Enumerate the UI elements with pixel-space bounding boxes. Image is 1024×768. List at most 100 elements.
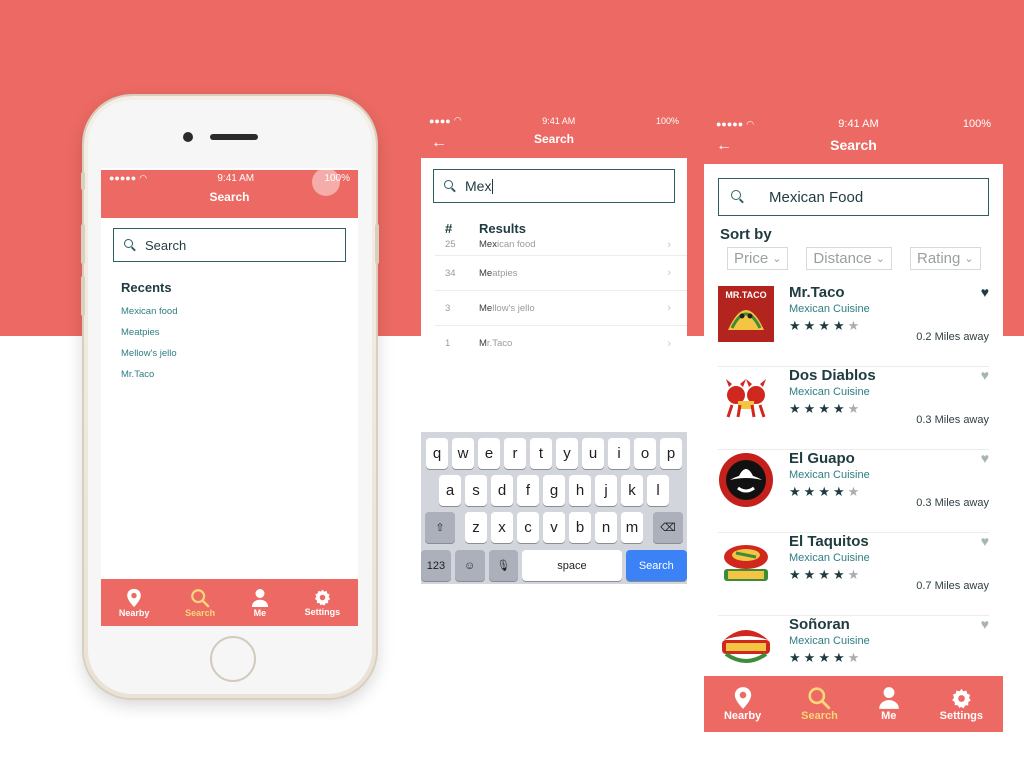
recent-item[interactable]: Mr.Taco (121, 369, 358, 380)
search-input[interactable]: Mex (433, 169, 675, 203)
result-count: 34 (445, 267, 456, 279)
recent-item[interactable]: Mellow's jello (121, 348, 358, 359)
tab-me[interactable]: Me (878, 686, 900, 722)
search-input[interactable]: Search (113, 228, 346, 262)
key-g[interactable]: g (543, 475, 565, 506)
emoji-key[interactable]: ☺ (454, 550, 485, 581)
result-name: Meatpies (479, 267, 518, 279)
key-w[interactable]: w (452, 438, 474, 469)
key-e[interactable]: e (478, 438, 500, 469)
tab-me[interactable]: Me (251, 588, 269, 618)
home-button[interactable] (210, 636, 256, 682)
restaurant-cuisine: Mexican Cuisine (789, 469, 870, 481)
key-n[interactable]: n (595, 512, 617, 543)
heart-icon[interactable]: ♥ (981, 284, 989, 300)
numbers-key[interactable]: 123 (421, 550, 451, 581)
app-header: ●●●●● ◠ 9:41 AM 100% Search (101, 168, 358, 218)
search-return-key[interactable]: Search (625, 550, 687, 581)
shift-key[interactable]: ⇧ (425, 512, 455, 543)
dictation-key[interactable]: 🎙 (488, 550, 519, 581)
sort-rating-dropdown[interactable]: Rating ⌄ (909, 247, 981, 270)
restaurant-item[interactable]: MR.TACO Mr.Taco Mexican Cuisine ★ ★ ★ ★ ★ 0.… (718, 284, 989, 367)
heart-icon[interactable]: ♥ (981, 367, 989, 383)
key-i[interactable]: i (608, 438, 630, 469)
sort-label: Price (734, 250, 769, 267)
back-arrow-icon[interactable]: ← (716, 137, 732, 155)
key-t[interactable]: t (530, 438, 552, 469)
tab-label: Settings (304, 607, 341, 617)
result-row[interactable]: 25 Mexican food › (435, 234, 687, 256)
tab-nearby[interactable]: Nearby (119, 588, 149, 618)
star-icon: ★ (803, 567, 816, 582)
recent-item[interactable]: Mexican food (121, 306, 358, 317)
key-c[interactable]: c (517, 512, 539, 543)
star-icon: ★ (803, 650, 816, 665)
key-l[interactable]: l (647, 475, 669, 506)
signal-dots-icon: ●●●● (429, 115, 451, 126)
result-count: 1 (445, 338, 451, 349)
result-row[interactable]: 34 Meatpies › (435, 256, 687, 291)
star-icon: ★ (832, 650, 845, 665)
sort-options: Price ⌄ Distance ⌄ Rating ⌄ (727, 247, 1003, 270)
key-b[interactable]: b (569, 512, 591, 543)
back-arrow-icon[interactable]: ← (431, 134, 447, 152)
heart-icon[interactable]: ♥ (981, 533, 989, 549)
key-x[interactable]: x (491, 512, 513, 543)
tab-settings[interactable]: Settings (304, 588, 341, 617)
heart-icon[interactable]: ♥ (981, 616, 989, 632)
key-j[interactable]: j (595, 475, 617, 506)
restaurant-cuisine: Mexican Cuisine (789, 635, 870, 647)
search-placeholder: Search (145, 237, 187, 253)
key-f[interactable]: f (517, 475, 539, 506)
key-d[interactable]: d (491, 475, 513, 506)
key-y[interactable]: y (556, 438, 578, 469)
battery-label: 100% (962, 118, 991, 130)
sort-distance-dropdown[interactable]: Distance ⌄ (806, 247, 892, 270)
space-key[interactable]: space (522, 550, 622, 581)
key-v[interactable]: v (543, 512, 565, 543)
tab-search[interactable]: Search (801, 686, 838, 722)
star-icon: ★ (847, 484, 860, 499)
key-k[interactable]: k (621, 475, 643, 506)
heart-icon[interactable]: ♥ (981, 450, 989, 466)
status-time: 9:41 AM (838, 118, 879, 130)
restaurant-item[interactable]: El Taquitos Mexican Cuisine ★ ★ ★ ★ ★ 0.7 Mi… (718, 533, 989, 616)
result-row[interactable]: 1 Mr.Taco › (435, 326, 687, 361)
key-h[interactable]: h (569, 475, 591, 506)
search-input[interactable]: Mexican Food (718, 178, 989, 216)
key-u[interactable]: u (582, 438, 604, 469)
key-r[interactable]: r (504, 438, 526, 469)
restaurant-item[interactable]: El Guapo Mexican Cuisine ★ ★ ★ ★ ★ 0.3 Miles… (718, 450, 989, 533)
recents-heading: Recents (121, 280, 172, 295)
key-p[interactable]: p (660, 438, 682, 469)
gear-icon (950, 687, 973, 710)
screen-search-results: ●●●●● ◠ 9:41 AM 100% ← Search Mexican Foo… (704, 112, 1003, 732)
recent-item[interactable]: Meatpies (121, 327, 358, 338)
result-row[interactable]: 3 Mellow's jello › (435, 291, 687, 326)
restaurant-name: Soñoran (789, 616, 850, 633)
touch-indicator (312, 168, 340, 196)
key-q[interactable]: q (426, 438, 448, 469)
tab-search[interactable]: Search (185, 588, 215, 618)
restaurant-name: Dos Diablos (789, 367, 876, 384)
sort-heading: Sort by (720, 226, 772, 243)
wifi-icon: ◠ (139, 172, 148, 183)
key-s[interactable]: s (465, 475, 487, 506)
tab-label: Nearby (723, 710, 762, 722)
keyboard-row-4: 123 ☺ 🎙 space Search (421, 550, 687, 581)
restaurant-item[interactable]: Dos Diablos Mexican Cuisine ★ ★ ★ ★ ★ 0.3 Mi… (718, 367, 989, 450)
restaurant-cuisine: Mexican Cuisine (789, 552, 870, 564)
key-m[interactable]: m (621, 512, 643, 543)
key-a[interactable]: a (439, 475, 461, 506)
result-name: Mexican food (479, 239, 536, 250)
key-o[interactable]: o (634, 438, 656, 469)
person-icon (251, 588, 269, 608)
delete-key[interactable]: ⌫ (653, 512, 683, 543)
tab-nearby[interactable]: Nearby (724, 686, 761, 722)
chevron-down-icon: ⌄ (964, 253, 974, 265)
key-z[interactable]: z (465, 512, 487, 543)
sort-price-dropdown[interactable]: Price ⌄ (727, 247, 789, 270)
status-time: 9:41 AM (542, 115, 576, 126)
tab-settings[interactable]: Settings (940, 687, 983, 722)
tab-label: Search (185, 607, 216, 618)
